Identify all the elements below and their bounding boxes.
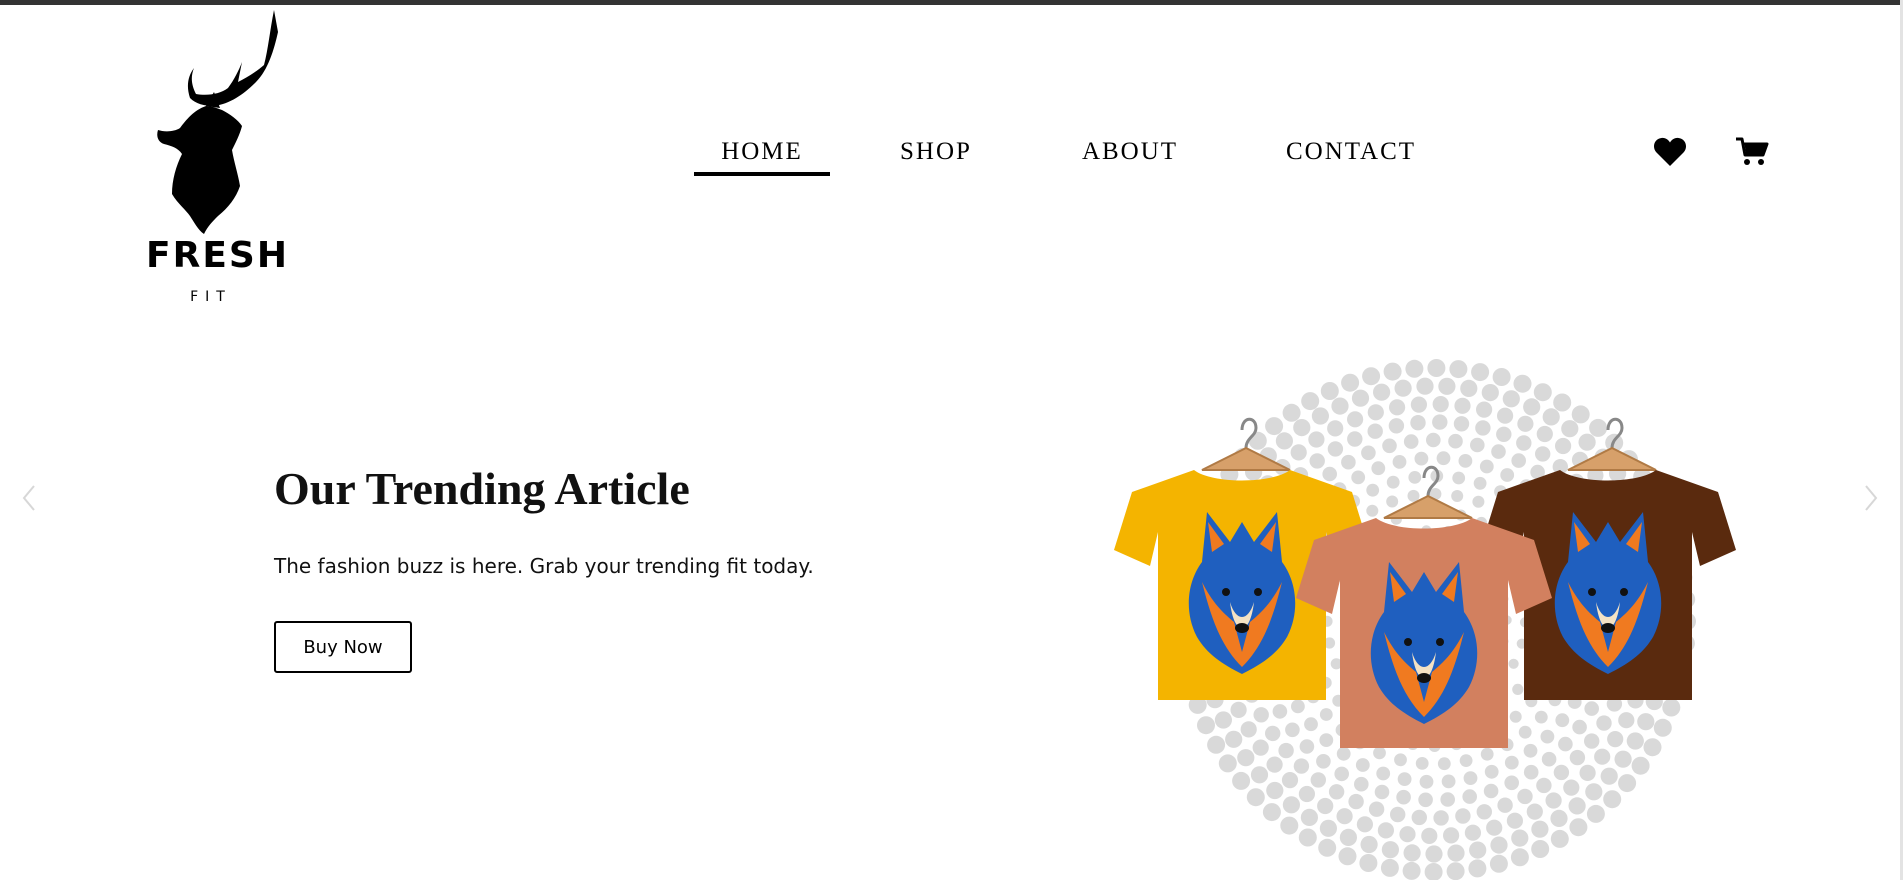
chevron-right-icon: [1865, 485, 1878, 511]
cart-icon: [1736, 137, 1769, 165]
nav-about[interactable]: ABOUT: [1078, 134, 1182, 180]
cart-button[interactable]: [1735, 136, 1769, 168]
brand-tagline: FIT: [190, 289, 232, 305]
hero-title: Our Trending Article: [274, 463, 690, 514]
heart-icon: [1653, 137, 1687, 166]
chevron-left-icon: [22, 485, 35, 511]
nav-home[interactable]: HOME: [694, 134, 830, 180]
slider-prev-button[interactable]: [18, 483, 40, 513]
brand-name: FRESH: [146, 235, 289, 276]
nav-shop[interactable]: SHOP: [894, 134, 978, 180]
deer-head-icon: [157, 10, 278, 234]
wishlist-button[interactable]: [1653, 136, 1687, 168]
tshirts-image: [1114, 417, 1736, 748]
brand-logo[interactable]: FRESH FIT: [146, 10, 289, 305]
nav-contact[interactable]: CONTACT: [1276, 134, 1426, 180]
slider-next-button[interactable]: [1860, 483, 1882, 513]
buy-now-button[interactable]: Buy Now: [274, 621, 412, 673]
hero-subtitle: The fashion buzz is here. Grab your tren…: [274, 554, 814, 578]
window-top-bar: [0, 0, 1903, 5]
hero-image: [1100, 310, 1760, 880]
